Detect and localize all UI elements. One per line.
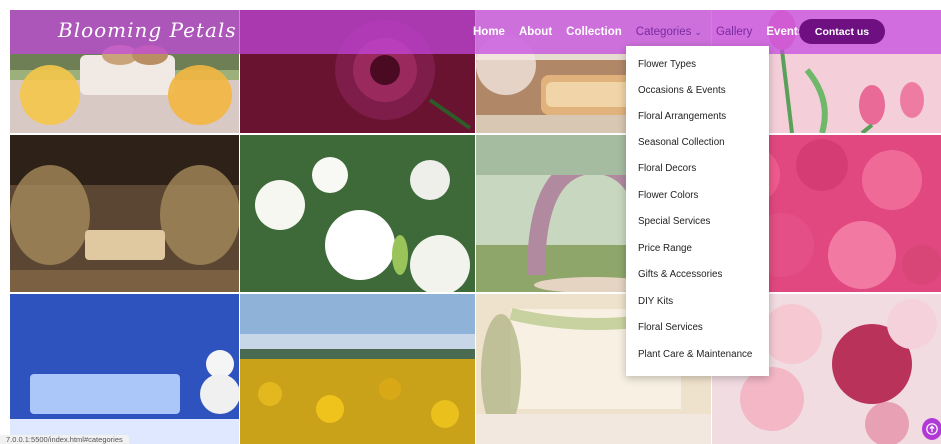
nav-categories[interactable]: Categories ⌄ [636, 26, 702, 38]
nav-collection[interactable]: Collection [566, 26, 622, 38]
dropdown-item[interactable]: Floral Services [638, 315, 703, 341]
site-logo[interactable]: Blooming Petals [58, 18, 237, 42]
dropdown-item[interactable]: Floral Arrangements [638, 104, 726, 130]
dropdown-item[interactable]: Special Services [638, 209, 710, 235]
arrow-up-icon [926, 423, 938, 435]
dropdown-item[interactable]: Flower Types [638, 52, 696, 78]
nav-about[interactable]: About [519, 26, 552, 38]
categories-dropdown: Flower Types Occasions & Events Floral A… [626, 46, 769, 376]
dropdown-item[interactable]: Gifts & Accessories [638, 262, 722, 288]
nav-home[interactable]: Home [473, 26, 505, 38]
dropdown-item[interactable]: Floral Decors [638, 156, 696, 182]
gallery-tile-winter-stage[interactable] [10, 294, 239, 444]
gallery-tile-lilies[interactable] [240, 135, 475, 292]
dropdown-item[interactable]: Plant Care & Maintenance [638, 342, 752, 368]
dropdown-item[interactable]: Flower Colors [638, 183, 698, 209]
dropdown-item[interactable]: DIY Kits [638, 289, 673, 315]
dropdown-item[interactable]: Price Range [638, 236, 692, 262]
dropdown-item[interactable]: Occasions & Events [638, 78, 726, 104]
nav-gallery[interactable]: Gallery [716, 26, 752, 38]
gallery-tile-pampas-stage[interactable] [10, 135, 239, 292]
contact-button[interactable]: Contact us [799, 19, 885, 44]
nav-categories-label: Categories [635, 26, 692, 38]
scroll-top-button[interactable] [922, 418, 941, 440]
chevron-down-icon: ⌄ [694, 27, 702, 37]
status-bar-url: 7.0.0.1:5500/index.html#categories [0, 435, 129, 444]
top-navbar: Blooming Petals Home About Collection Ca… [10, 10, 941, 54]
gallery-tile-sunflowers[interactable] [240, 294, 475, 444]
dropdown-item[interactable]: Seasonal Collection [638, 130, 725, 156]
image-gallery [10, 10, 941, 444]
